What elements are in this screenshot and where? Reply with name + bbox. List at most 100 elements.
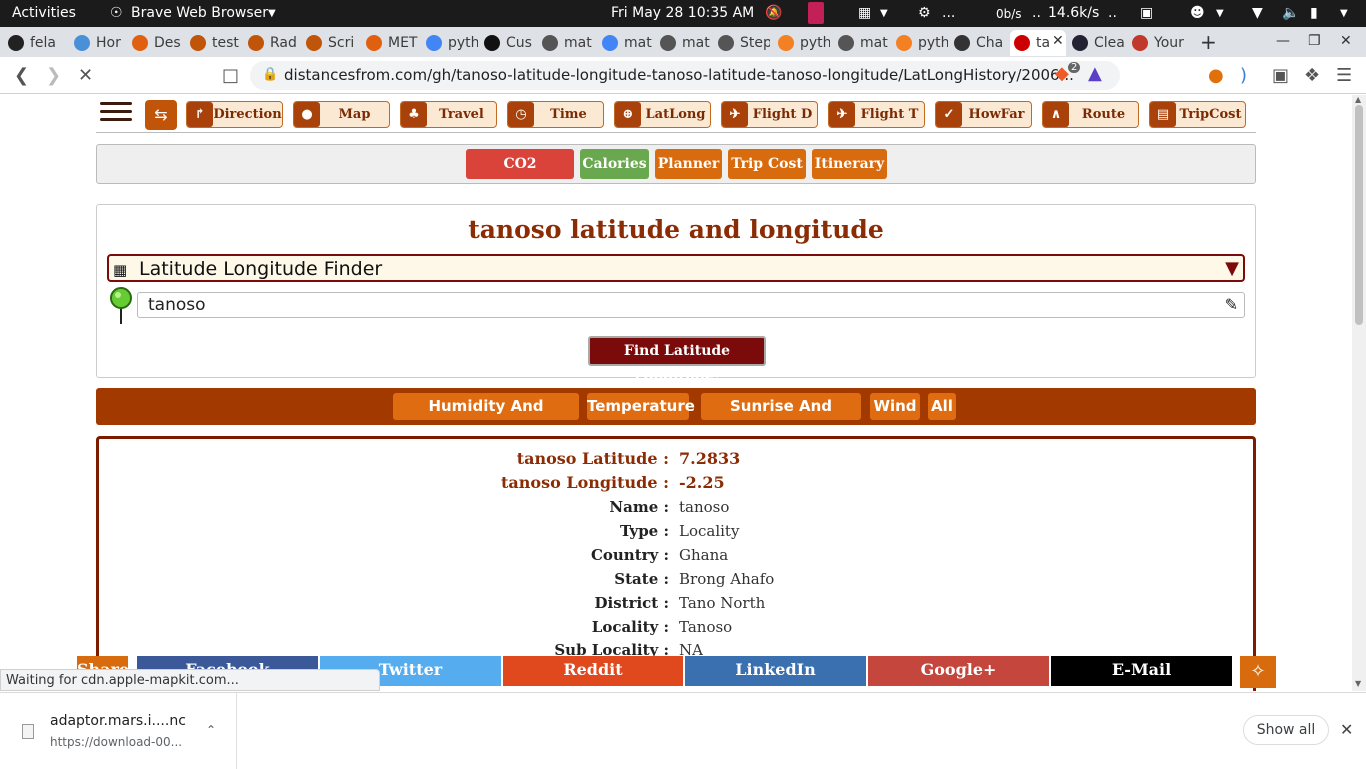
sub-button-planner[interactable]: Planner bbox=[655, 149, 722, 179]
share-reddit[interactable]: Reddit bbox=[503, 656, 683, 686]
forward-icon[interactable]: ❯ bbox=[46, 65, 61, 86]
matplotlib-icon bbox=[718, 35, 734, 51]
nav-button-travel[interactable]: ♣ Travel bbox=[400, 101, 497, 128]
tab-15[interactable]: pyth bbox=[892, 30, 948, 56]
chevron-down-icon[interactable]: ▼ bbox=[880, 8, 888, 19]
tab-6[interactable]: MET bbox=[362, 30, 418, 56]
close-tab-icon[interactable]: ✕ bbox=[1052, 33, 1064, 49]
battery-icon[interactable]: ▮ bbox=[1310, 5, 1318, 21]
share-google-[interactable]: Google+ bbox=[868, 656, 1049, 686]
tab-4[interactable]: Rad bbox=[244, 30, 300, 56]
extension-orange-icon[interactable]: ● bbox=[1208, 65, 1224, 86]
find-lat-long-button[interactable]: Find Latitude Longitude! bbox=[588, 336, 766, 385]
gear-icon[interactable]: ⚙ bbox=[918, 5, 931, 21]
share-network-icon[interactable]: ✧ bbox=[1240, 656, 1276, 688]
nav-button-howfar[interactable]: ✓ HowFar bbox=[935, 101, 1032, 128]
nav-button-route[interactable]: ∧ Route bbox=[1042, 101, 1139, 128]
sub-button-itinerary[interactable]: Itinerary bbox=[812, 149, 887, 179]
chip-icon[interactable]: ▦ bbox=[858, 5, 871, 21]
sub-button-calories[interactable]: Calories bbox=[580, 149, 649, 179]
scroll-up-icon[interactable]: ▲ bbox=[1355, 95, 1361, 104]
tab-13[interactable]: pyth bbox=[774, 30, 830, 56]
result-value: Ghana bbox=[679, 546, 729, 564]
restore-icon[interactable]: ❐ bbox=[1308, 33, 1321, 49]
tab-0[interactable]: fela bbox=[4, 30, 60, 56]
tab-7[interactable]: pyth bbox=[422, 30, 478, 56]
tab-3[interactable]: test bbox=[186, 30, 242, 56]
pen-app-icon[interactable] bbox=[808, 2, 824, 24]
sub-button-trip-cost[interactable]: Trip Cost bbox=[728, 149, 806, 179]
pencil-icon[interactable]: ✎ bbox=[1225, 295, 1238, 314]
chevron-up-icon[interactable]: ⌃ bbox=[206, 723, 216, 737]
scrollbar-thumb[interactable] bbox=[1355, 105, 1363, 325]
close-window-icon[interactable]: ✕ bbox=[1340, 33, 1352, 49]
weather-link-all[interactable]: All bbox=[928, 393, 956, 420]
download-item[interactable]: adaptor.mars.i....nc https://download-00… bbox=[0, 693, 237, 769]
puzzle-extensions-icon[interactable]: ❖ bbox=[1304, 65, 1320, 86]
weather-link-humidity-and-pressure[interactable]: Humidity And Pressure bbox=[393, 393, 579, 442]
close-shelf-icon[interactable]: ✕ bbox=[1340, 720, 1353, 739]
nav-button-latlong[interactable]: ⊕ LatLong bbox=[614, 101, 711, 128]
bookmark-icon[interactable]: □ bbox=[222, 65, 239, 86]
minimize-icon[interactable]: — bbox=[1276, 33, 1290, 49]
dropdown-arrow-icon[interactable]: ▼ bbox=[1225, 258, 1239, 279]
nav-button-flight-t[interactable]: ✈ Flight T bbox=[828, 101, 925, 128]
chevron-down-icon[interactable]: ▼ bbox=[1216, 8, 1224, 19]
show-all-button[interactable]: Show all bbox=[1243, 715, 1329, 745]
swap-icon[interactable]: ⇆ bbox=[145, 100, 177, 130]
share-e-mail[interactable]: E-Mail bbox=[1051, 656, 1232, 686]
menu-icon[interactable]: ☰ bbox=[1336, 65, 1352, 86]
system-menu-caret-icon[interactable]: ▼ bbox=[1340, 8, 1348, 19]
nav-button-flight-d[interactable]: ✈ Flight D bbox=[721, 101, 818, 128]
address-bar[interactable]: 🔒 distancesfrom.com/gh/tanoso-latitude-l… bbox=[250, 61, 1120, 90]
volume-icon[interactable]: 🔈 bbox=[1282, 5, 1299, 21]
tab-5[interactable]: Scri bbox=[302, 30, 358, 56]
stop-loading-icon[interactable]: ✕ bbox=[78, 65, 93, 86]
back-icon[interactable]: ❮ bbox=[14, 65, 29, 86]
nav-button-direction[interactable]: ↱ Direction bbox=[186, 101, 283, 128]
clock[interactable]: Fri May 28 10:35 AM bbox=[611, 5, 754, 21]
result-key: Name : bbox=[609, 498, 669, 516]
loading-icon bbox=[1014, 35, 1030, 51]
brave-rewards-icon[interactable]: ▲ bbox=[1088, 63, 1102, 84]
sub-button-co2-emission[interactable]: CO2 Emission bbox=[466, 149, 574, 202]
activities-button[interactable]: Activities bbox=[12, 5, 76, 21]
webcam-icon[interactable]: ▣ bbox=[1140, 5, 1153, 21]
plane-clock-icon: ✈ bbox=[829, 102, 855, 127]
tab-10[interactable]: mat bbox=[598, 30, 654, 56]
weather-link-sunrise-and-sunset[interactable]: Sunrise And Sunset bbox=[701, 393, 861, 442]
scroll-down-icon[interactable]: ▼ bbox=[1355, 679, 1361, 688]
tab-8[interactable]: Cus bbox=[480, 30, 536, 56]
tab-label: Des bbox=[154, 35, 181, 51]
tab-11[interactable]: mat bbox=[656, 30, 712, 56]
tab-12[interactable]: Step bbox=[714, 30, 770, 56]
lock-icon[interactable]: 🔒 bbox=[262, 67, 278, 82]
accessibility-icon[interactable]: ☻ bbox=[1190, 5, 1205, 21]
nav-button-label: Flight T bbox=[860, 107, 919, 122]
tab-19[interactable]: Your bbox=[1128, 30, 1184, 56]
hamburger-menu-icon[interactable] bbox=[100, 102, 132, 124]
finder-select[interactable]: ▦ Latitude Longitude Finder ▼ bbox=[107, 254, 1245, 282]
tab-9[interactable]: mat bbox=[538, 30, 594, 56]
location-input[interactable]: tanoso ✎ bbox=[137, 292, 1245, 318]
tab-2[interactable]: Des bbox=[128, 30, 184, 56]
nav-button-map[interactable]: ● Map bbox=[293, 101, 390, 128]
cast-icon[interactable]: ▣ bbox=[1272, 65, 1289, 86]
tab-14[interactable]: mat bbox=[834, 30, 890, 56]
tab-18[interactable]: Clea bbox=[1068, 30, 1124, 56]
nav-button-time[interactable]: ◷ Time bbox=[507, 101, 604, 128]
app-menu[interactable]: Brave Web Browser bbox=[131, 5, 268, 21]
app-menu-caret-icon[interactable]: ▼ bbox=[268, 8, 276, 19]
result-row: tanoso Latitude : 7.2833 bbox=[99, 449, 1253, 471]
new-tab-plus-icon[interactable]: + bbox=[1200, 30, 1217, 54]
weather-link-wind[interactable]: Wind bbox=[870, 393, 920, 420]
nav-button-tripcost[interactable]: ▤ TripCost bbox=[1149, 101, 1246, 128]
wifi-icon[interactable]: ▼ bbox=[1252, 5, 1263, 21]
extension-wave-icon[interactable]: ) bbox=[1240, 65, 1247, 86]
page-scrollbar[interactable]: ▲ ▼ bbox=[1352, 95, 1366, 691]
brave-shields-icon[interactable]: ◆ bbox=[1055, 63, 1069, 84]
weather-link-temperature[interactable]: Temperature bbox=[587, 393, 695, 420]
tab-1[interactable]: Hor bbox=[70, 30, 126, 56]
tab-16[interactable]: Cha bbox=[950, 30, 1006, 56]
share-linkedin[interactable]: LinkedIn bbox=[685, 656, 866, 686]
